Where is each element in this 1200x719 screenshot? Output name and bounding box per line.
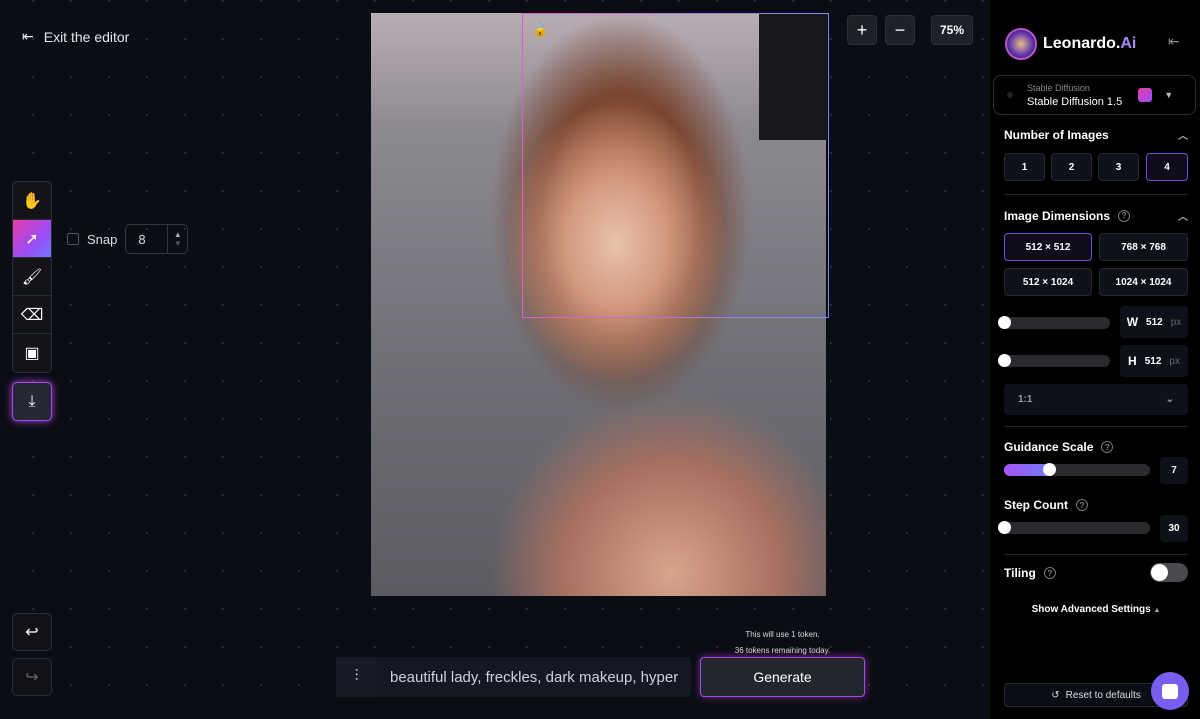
divider [1004,194,1188,195]
eraser-icon: ⌫ [20,306,44,324]
steps-value[interactable]: 30 [1160,515,1188,542]
chevron-down-icon: ▼ [1164,90,1174,100]
help-icon[interactable]: ? [1101,441,1114,453]
image-tool[interactable]: ▣ [13,334,51,372]
num-images-3[interactable]: 3 [1098,153,1139,181]
status-dot [1007,92,1013,98]
undo-icon: ↩ [25,624,39,641]
dimensions-header[interactable]: Image Dimensions? ︿ [1004,208,1188,224]
slider-knob[interactable] [998,521,1011,534]
exit-editor-link[interactable]: ⇤ Exit the editor [22,28,129,45]
slider-knob[interactable] [1043,463,1056,476]
steps-header: Step Count? [1004,498,1188,512]
zoom-level: 75% [931,15,973,45]
height-slider[interactable] [998,354,1110,367]
num-images-4[interactable]: 4 [1146,153,1188,181]
zoom-in-button[interactable]: + [847,15,877,45]
brush-tool[interactable]: 🖌 [13,258,51,296]
model-icon [1138,88,1153,102]
caret-up-icon: ▲ [1153,607,1161,614]
token-cost: This will use 1 token. [745,630,820,639]
snap-stepper[interactable]: 8 ▲ ▼ [125,224,189,254]
height-field[interactable]: H 512 px [1120,345,1188,377]
tiling-toggle[interactable] [1150,563,1188,582]
num-images-1[interactable]: 1 [1004,153,1045,181]
chat-support-button[interactable] [1151,672,1189,710]
redo-button[interactable]: ↪ [12,658,52,696]
guidance-header: Guidance Scale? [1004,440,1188,454]
sliders-icon: ⫶ [354,668,359,685]
steps-slider[interactable] [998,521,1150,534]
generate-button[interactable]: Generate [700,657,865,697]
image-icon: ▣ [24,345,40,362]
hand-icon: ✋ [22,192,42,210]
dim-512x1024[interactable]: 512 × 1024 [1004,268,1092,296]
toolbar: ✋ ➚ 🖌 ⌫ ▣ [12,181,52,373]
width-slider[interactable] [998,316,1110,329]
reset-icon: ↺ [1051,689,1060,701]
logo-avatar [1005,28,1037,60]
toggle-knob [1151,564,1168,581]
exit-arrow-icon: ⇤ [22,28,34,44]
minus-icon: − [894,19,906,40]
increment-icon[interactable]: ▲ [174,230,182,239]
help-icon[interactable]: ? [1043,567,1056,579]
settings-sliders-button[interactable]: ⫶ [336,657,378,697]
dim-512x512[interactable]: 512 × 512 [1004,233,1092,261]
brand: Leonardo.Ai [1005,28,1136,60]
snap-control: Snap 8 ▲ ▼ [67,224,189,254]
decrement-icon[interactable]: ▼ [174,239,182,248]
chevron-up-icon: ︿ [1178,131,1188,142]
chevron-up-icon: ︿ [1178,212,1188,223]
download-button[interactable]: ⤓ [12,382,52,421]
dim-768x768[interactable]: 768 × 768 [1099,233,1188,261]
prompt-input[interactable] [378,668,691,686]
snap-checkbox[interactable] [67,233,79,245]
prompt-bar: ⫶ [336,657,691,697]
unlock-icon[interactable]: 🔓 [532,22,548,38]
slider-knob[interactable] [998,316,1011,329]
guidance-slider[interactable] [1004,463,1150,476]
zoom-out-button[interactable]: − [885,15,915,45]
help-icon[interactable]: ? [1076,499,1088,511]
download-icon: ⤓ [28,392,36,410]
collapse-sidebar-icon[interactable]: ⇤ [1168,33,1180,50]
hand-tool[interactable]: ✋ [13,182,51,220]
dim-1024x1024[interactable]: 1024 × 1024 [1099,268,1188,296]
divider [1004,426,1188,427]
generation-frame[interactable] [522,13,829,318]
aspect-ratio-select[interactable]: 1:1 ⌄ [1004,384,1188,415]
chat-icon [1162,683,1178,699]
guidance-value[interactable]: 7 [1160,457,1188,484]
undo-button[interactable]: ↩ [12,613,52,651]
slider-knob[interactable] [998,354,1011,367]
plus-icon: + [856,19,868,40]
num-images-2[interactable]: 2 [1051,153,1092,181]
model-select[interactable]: Stable Diffusion Stable Diffusion 1.5 ▼ [993,75,1196,115]
chevron-down-icon: ⌄ [1165,394,1174,405]
eraser-tool[interactable]: ⌫ [13,296,51,334]
num-images-header[interactable]: Number of Images ︿ [1004,127,1188,143]
width-field[interactable]: W 512 px [1120,306,1188,338]
divider [1004,554,1188,555]
select-icon: ➚ [25,230,39,248]
advanced-settings-toggle[interactable]: Show Advanced Settings ▲ [1004,604,1188,615]
select-tool[interactable]: ➚ [13,220,51,258]
tokens-remaining: 36 tokens remaining today. [734,646,831,655]
brush-icon: 🖌 [21,268,43,286]
redo-icon: ↪ [25,669,39,686]
help-icon[interactable]: ? [1118,209,1131,222]
